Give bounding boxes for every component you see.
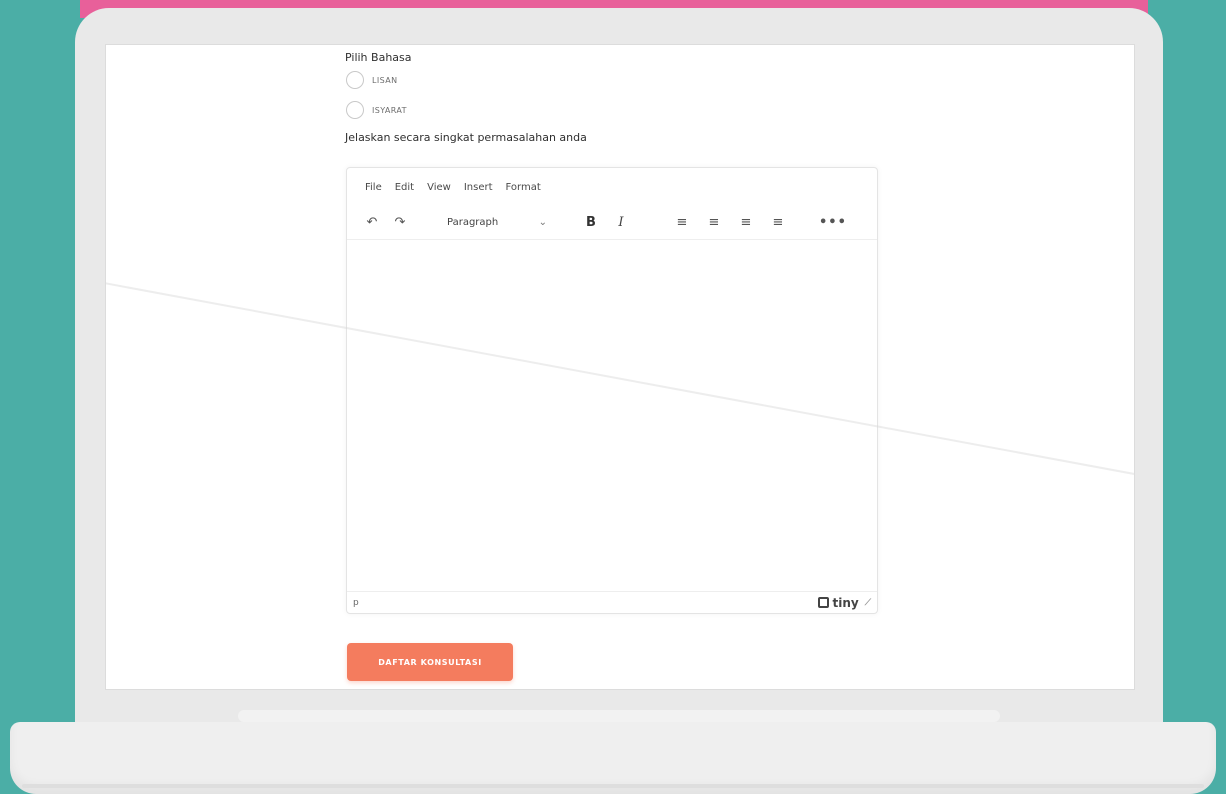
laptop-hinge — [238, 710, 1000, 722]
problem-label: Jelaskan secara singkat permasalahan and… — [345, 131, 587, 144]
resize-handle-icon[interactable]: ⟋ — [865, 598, 871, 608]
editor-statusbar: p tiny ⟋ — [347, 591, 877, 613]
menu-view[interactable]: View — [427, 182, 451, 193]
more-options-icon[interactable]: ••• — [819, 215, 846, 230]
chevron-down-icon: ⌄ — [538, 217, 547, 228]
laptop-base-edge — [22, 784, 1204, 788]
radio-label-lisan: LISAN — [372, 75, 398, 85]
tiny-brand-label: tiny — [832, 595, 859, 610]
justify-icon[interactable]: ≡ — [767, 215, 789, 230]
radio-option-lisan[interactable]: LISAN — [346, 70, 885, 90]
tiny-brand[interactable]: tiny ⟋ — [818, 596, 871, 610]
block-format-value: Paragraph — [447, 217, 499, 228]
align-right-icon[interactable]: ≡ — [735, 215, 757, 230]
element-path[interactable]: p — [353, 598, 359, 608]
tiny-logo-icon — [818, 597, 830, 608]
radio-label-isyarat: ISYARAT — [372, 105, 407, 115]
align-left-icon[interactable]: ≡ — [671, 215, 693, 230]
menu-format[interactable]: Format — [506, 182, 541, 193]
radio-option-isyarat[interactable]: ISYARAT — [346, 100, 885, 120]
redo-icon[interactable]: ↷ — [389, 215, 411, 230]
consultation-form: Pilih Bahasa LISAN ISYARAT Jelaskan seca… — [345, 51, 885, 144]
radio-button-lisan[interactable] — [346, 71, 364, 89]
laptop-screen: Pilih Bahasa LISAN ISYARAT Jelaskan seca… — [105, 44, 1135, 690]
menu-file[interactable]: File — [365, 182, 382, 193]
bold-button[interactable]: B — [579, 215, 603, 230]
language-label: Pilih Bahasa — [345, 51, 412, 64]
menu-edit[interactable]: Edit — [395, 182, 414, 193]
align-center-icon[interactable]: ≡ — [703, 215, 725, 230]
editor-toolbar: ↶ ↷ Paragraph ⌄ B I ≡ ≡ ≡ ≡ ••• — [347, 206, 877, 240]
italic-button[interactable]: I — [609, 215, 633, 230]
menu-insert[interactable]: Insert — [464, 182, 493, 193]
editor-content-area[interactable] — [347, 240, 877, 578]
radio-button-isyarat[interactable] — [346, 101, 364, 119]
daftar-konsultasi-button[interactable]: DAFTAR KONSULTASI — [347, 643, 513, 681]
rich-text-editor: File Edit View Insert Format ↶ ↷ Paragra… — [346, 167, 878, 614]
editor-menubar: File Edit View Insert Format — [347, 168, 877, 206]
block-format-select[interactable]: Paragraph ⌄ — [441, 211, 553, 235]
undo-icon[interactable]: ↶ — [361, 215, 383, 230]
